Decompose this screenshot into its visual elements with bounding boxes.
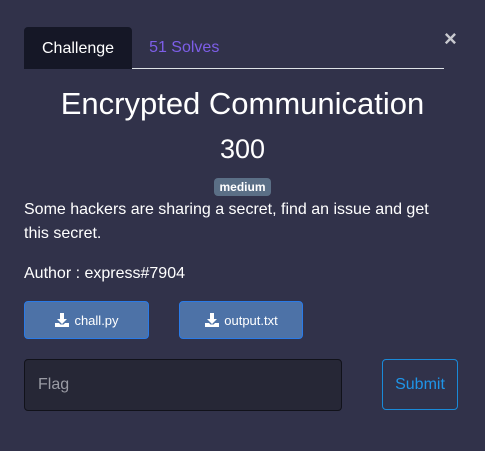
badge-container: medium [0, 178, 485, 196]
tab-bar: Challenge 51 Solves [24, 27, 444, 69]
submit-button[interactable]: Submit [382, 359, 458, 410]
file-name-label: chall.py [74, 312, 119, 328]
tab-solves[interactable]: 51 Solves [132, 27, 236, 69]
tab-challenge[interactable]: Challenge [24, 27, 133, 69]
challenge-modal: × Challenge 51 Solves Encrypted Communic… [0, 0, 485, 451]
download-icon [55, 313, 70, 327]
challenge-description: Some hackers are sharing a secret, find … [24, 201, 429, 242]
challenge-title: Encrypted Communication [60, 86, 425, 121]
download-icon [205, 313, 220, 327]
flag-input[interactable] [24, 359, 342, 411]
challenge-author: Author : express#7904 [24, 265, 185, 282]
difficulty-badge: medium [214, 178, 271, 196]
download-chall-py-button[interactable]: chall.py [24, 301, 149, 339]
download-output-txt-button[interactable]: output.txt [179, 301, 303, 339]
close-icon[interactable]: × [444, 28, 457, 50]
challenge-points: 300 [219, 134, 266, 164]
file-name-label: output.txt [224, 312, 278, 328]
